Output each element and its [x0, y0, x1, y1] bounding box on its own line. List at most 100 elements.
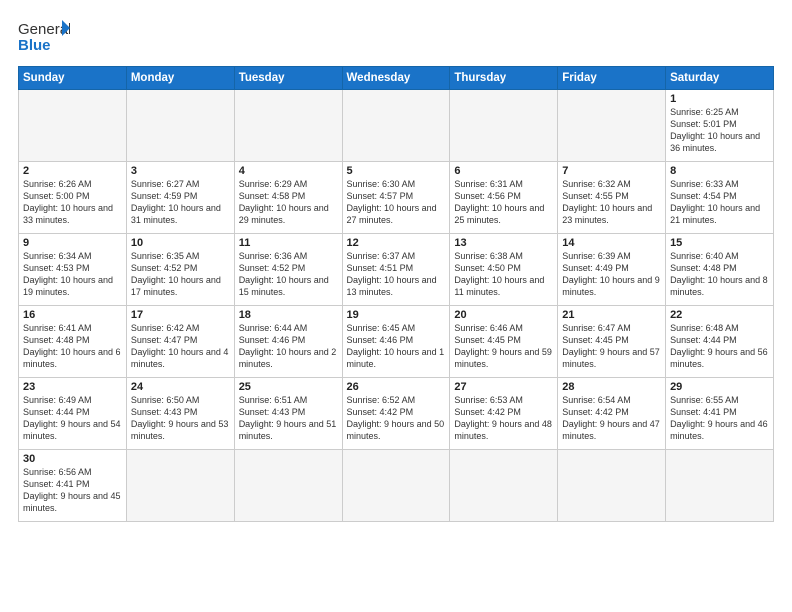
- calendar-day-cell: 5Sunrise: 6:30 AM Sunset: 4:57 PM Daylig…: [342, 162, 450, 234]
- calendar-day-cell: 30Sunrise: 6:56 AM Sunset: 4:41 PM Dayli…: [19, 450, 127, 522]
- calendar-day-cell: 19Sunrise: 6:45 AM Sunset: 4:46 PM Dayli…: [342, 306, 450, 378]
- day-number: 14: [562, 237, 661, 249]
- day-number: 29: [670, 381, 769, 393]
- calendar-day-cell: 17Sunrise: 6:42 AM Sunset: 4:47 PM Dayli…: [126, 306, 234, 378]
- day-number: 10: [131, 237, 230, 249]
- calendar-day-cell: [450, 90, 558, 162]
- calendar-day-cell: 6Sunrise: 6:31 AM Sunset: 4:56 PM Daylig…: [450, 162, 558, 234]
- calendar-day-cell: 4Sunrise: 6:29 AM Sunset: 4:58 PM Daylig…: [234, 162, 342, 234]
- day-info: Sunrise: 6:35 AM Sunset: 4:52 PM Dayligh…: [131, 250, 230, 299]
- calendar-day-cell: 21Sunrise: 6:47 AM Sunset: 4:45 PM Dayli…: [558, 306, 666, 378]
- day-number: 12: [347, 237, 446, 249]
- calendar-day-cell: 1Sunrise: 6:25 AM Sunset: 5:01 PM Daylig…: [666, 90, 774, 162]
- day-info: Sunrise: 6:33 AM Sunset: 4:54 PM Dayligh…: [670, 178, 769, 227]
- weekday-header-thursday: Thursday: [450, 67, 558, 90]
- svg-text:Blue: Blue: [18, 37, 51, 54]
- day-number: 27: [454, 381, 553, 393]
- day-number: 22: [670, 309, 769, 321]
- day-info: Sunrise: 6:25 AM Sunset: 5:01 PM Dayligh…: [670, 106, 769, 155]
- calendar-day-cell: 16Sunrise: 6:41 AM Sunset: 4:48 PM Dayli…: [19, 306, 127, 378]
- weekday-header-tuesday: Tuesday: [234, 67, 342, 90]
- calendar-day-cell: 12Sunrise: 6:37 AM Sunset: 4:51 PM Dayli…: [342, 234, 450, 306]
- day-info: Sunrise: 6:27 AM Sunset: 4:59 PM Dayligh…: [131, 178, 230, 227]
- day-info: Sunrise: 6:40 AM Sunset: 4:48 PM Dayligh…: [670, 250, 769, 299]
- calendar-day-cell: 28Sunrise: 6:54 AM Sunset: 4:42 PM Dayli…: [558, 378, 666, 450]
- calendar-day-cell: [19, 90, 127, 162]
- day-info: Sunrise: 6:54 AM Sunset: 4:42 PM Dayligh…: [562, 394, 661, 443]
- weekday-header-sunday: Sunday: [19, 67, 127, 90]
- calendar-day-cell: 10Sunrise: 6:35 AM Sunset: 4:52 PM Dayli…: [126, 234, 234, 306]
- header: GeneralBlue: [18, 18, 774, 56]
- day-info: Sunrise: 6:49 AM Sunset: 4:44 PM Dayligh…: [23, 394, 122, 443]
- day-number: 28: [562, 381, 661, 393]
- weekday-header-saturday: Saturday: [666, 67, 774, 90]
- day-info: Sunrise: 6:51 AM Sunset: 4:43 PM Dayligh…: [239, 394, 338, 443]
- day-number: 30: [23, 453, 122, 465]
- calendar-day-cell: [126, 90, 234, 162]
- calendar-day-cell: 15Sunrise: 6:40 AM Sunset: 4:48 PM Dayli…: [666, 234, 774, 306]
- calendar-day-cell: [558, 90, 666, 162]
- weekday-header-friday: Friday: [558, 67, 666, 90]
- day-info: Sunrise: 6:42 AM Sunset: 4:47 PM Dayligh…: [131, 322, 230, 371]
- weekday-header-wednesday: Wednesday: [342, 67, 450, 90]
- calendar-week-row: 2Sunrise: 6:26 AM Sunset: 5:00 PM Daylig…: [19, 162, 774, 234]
- calendar-week-row: 23Sunrise: 6:49 AM Sunset: 4:44 PM Dayli…: [19, 378, 774, 450]
- calendar-day-cell: [342, 90, 450, 162]
- day-number: 20: [454, 309, 553, 321]
- day-info: Sunrise: 6:34 AM Sunset: 4:53 PM Dayligh…: [23, 250, 122, 299]
- day-number: 11: [239, 237, 338, 249]
- day-number: 9: [23, 237, 122, 249]
- day-info: Sunrise: 6:44 AM Sunset: 4:46 PM Dayligh…: [239, 322, 338, 371]
- day-number: 19: [347, 309, 446, 321]
- day-info: Sunrise: 6:30 AM Sunset: 4:57 PM Dayligh…: [347, 178, 446, 227]
- day-number: 6: [454, 165, 553, 177]
- calendar-day-cell: [234, 450, 342, 522]
- calendar-table: SundayMondayTuesdayWednesdayThursdayFrid…: [18, 66, 774, 522]
- calendar-day-cell: 26Sunrise: 6:52 AM Sunset: 4:42 PM Dayli…: [342, 378, 450, 450]
- calendar-day-cell: 2Sunrise: 6:26 AM Sunset: 5:00 PM Daylig…: [19, 162, 127, 234]
- day-number: 15: [670, 237, 769, 249]
- day-number: 21: [562, 309, 661, 321]
- calendar-day-cell: 11Sunrise: 6:36 AM Sunset: 4:52 PM Dayli…: [234, 234, 342, 306]
- day-info: Sunrise: 6:31 AM Sunset: 4:56 PM Dayligh…: [454, 178, 553, 227]
- day-number: 1: [670, 93, 769, 105]
- day-info: Sunrise: 6:55 AM Sunset: 4:41 PM Dayligh…: [670, 394, 769, 443]
- day-info: Sunrise: 6:41 AM Sunset: 4:48 PM Dayligh…: [23, 322, 122, 371]
- calendar-day-cell: 29Sunrise: 6:55 AM Sunset: 4:41 PM Dayli…: [666, 378, 774, 450]
- day-number: 4: [239, 165, 338, 177]
- day-number: 18: [239, 309, 338, 321]
- weekday-header-row: SundayMondayTuesdayWednesdayThursdayFrid…: [19, 67, 774, 90]
- calendar-day-cell: 14Sunrise: 6:39 AM Sunset: 4:49 PM Dayli…: [558, 234, 666, 306]
- calendar-week-row: 30Sunrise: 6:56 AM Sunset: 4:41 PM Dayli…: [19, 450, 774, 522]
- day-info: Sunrise: 6:36 AM Sunset: 4:52 PM Dayligh…: [239, 250, 338, 299]
- calendar-day-cell: 8Sunrise: 6:33 AM Sunset: 4:54 PM Daylig…: [666, 162, 774, 234]
- day-info: Sunrise: 6:37 AM Sunset: 4:51 PM Dayligh…: [347, 250, 446, 299]
- day-info: Sunrise: 6:47 AM Sunset: 4:45 PM Dayligh…: [562, 322, 661, 371]
- calendar-week-row: 16Sunrise: 6:41 AM Sunset: 4:48 PM Dayli…: [19, 306, 774, 378]
- day-number: 26: [347, 381, 446, 393]
- calendar-day-cell: 24Sunrise: 6:50 AM Sunset: 4:43 PM Dayli…: [126, 378, 234, 450]
- calendar-day-cell: 9Sunrise: 6:34 AM Sunset: 4:53 PM Daylig…: [19, 234, 127, 306]
- calendar-day-cell: 7Sunrise: 6:32 AM Sunset: 4:55 PM Daylig…: [558, 162, 666, 234]
- calendar-day-cell: 27Sunrise: 6:53 AM Sunset: 4:42 PM Dayli…: [450, 378, 558, 450]
- day-info: Sunrise: 6:48 AM Sunset: 4:44 PM Dayligh…: [670, 322, 769, 371]
- day-info: Sunrise: 6:46 AM Sunset: 4:45 PM Dayligh…: [454, 322, 553, 371]
- day-number: 16: [23, 309, 122, 321]
- day-info: Sunrise: 6:26 AM Sunset: 5:00 PM Dayligh…: [23, 178, 122, 227]
- weekday-header-monday: Monday: [126, 67, 234, 90]
- page: GeneralBlue SundayMondayTuesdayWednesday…: [0, 0, 792, 612]
- calendar-day-cell: [126, 450, 234, 522]
- day-number: 5: [347, 165, 446, 177]
- logo: GeneralBlue: [18, 18, 70, 56]
- day-number: 8: [670, 165, 769, 177]
- day-info: Sunrise: 6:39 AM Sunset: 4:49 PM Dayligh…: [562, 250, 661, 299]
- day-info: Sunrise: 6:50 AM Sunset: 4:43 PM Dayligh…: [131, 394, 230, 443]
- day-info: Sunrise: 6:52 AM Sunset: 4:42 PM Dayligh…: [347, 394, 446, 443]
- day-number: 3: [131, 165, 230, 177]
- calendar-day-cell: [234, 90, 342, 162]
- calendar-day-cell: [666, 450, 774, 522]
- day-number: 17: [131, 309, 230, 321]
- calendar-day-cell: 13Sunrise: 6:38 AM Sunset: 4:50 PM Dayli…: [450, 234, 558, 306]
- calendar-day-cell: [450, 450, 558, 522]
- day-info: Sunrise: 6:53 AM Sunset: 4:42 PM Dayligh…: [454, 394, 553, 443]
